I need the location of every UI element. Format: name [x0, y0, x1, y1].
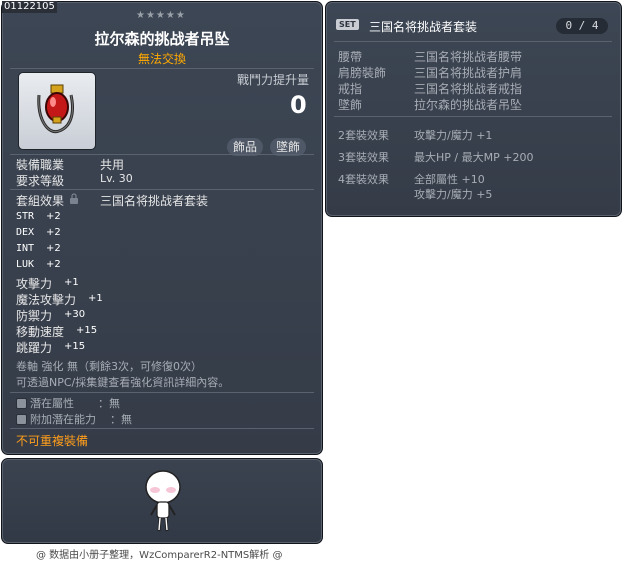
avatar-preview-panel: [1, 458, 323, 544]
stat-dex-value: +2: [46, 227, 61, 238]
divider: [10, 392, 314, 393]
tradeable-status: 無法交換: [137, 52, 186, 66]
character-preview-icon: [145, 470, 181, 532]
bonus-speed-name: 移動速度: [16, 325, 65, 339]
divider: [334, 41, 612, 42]
footer-credit: @ 数据由小册子整理，WzComparerR2-NTMS解析 @: [36, 550, 283, 561]
set-item-name: 三国名将挑战者腰带: [414, 50, 523, 64]
attack-increase-value: 0: [290, 91, 307, 119]
set-effect-4-text-1: 全部屬性 +10: [414, 173, 485, 186]
bonus-speed-value: +15: [76, 325, 98, 336]
potential-icon: [16, 398, 27, 409]
set-effect-3-label: 3套裝效果: [338, 151, 389, 164]
stat-int-value: +2: [46, 243, 61, 254]
level-value: Lv. 30: [100, 172, 133, 185]
bonus-potential-value: ：無: [110, 413, 132, 426]
attack-increase-label: 戰鬥力提升量: [237, 73, 310, 87]
set-name: 三国名将挑战者套装: [369, 20, 478, 34]
set-effect-2-text: 攻擊力/魔力 +1: [414, 129, 493, 142]
set-effect-4-label: 4套裝效果: [338, 173, 389, 186]
bonus-potential-label: 附加潛在能力: [30, 413, 96, 426]
bonus-defense-value: +30: [64, 309, 86, 320]
npc-info: 可透過NPC/採集鍵查看強化資訊詳細內容。: [16, 376, 230, 389]
bonus-attack-name: 攻擊力: [16, 277, 53, 291]
set-count: 0 / 4: [556, 18, 608, 34]
level-label: 要求等級: [16, 174, 65, 188]
set-item-name: 三国名将挑战者护肩: [414, 66, 523, 80]
potential-value: ：無: [98, 397, 120, 410]
stat-str-value: +2: [46, 211, 61, 222]
set-item-category: 腰帶: [338, 50, 363, 64]
divider: [10, 68, 314, 69]
divider: [10, 154, 314, 155]
item-icon-frame: [18, 72, 96, 150]
lock-icon: [70, 193, 78, 204]
divider: [10, 189, 314, 190]
bonus-attack-value: +1: [64, 277, 79, 288]
set-badge: SET: [336, 19, 359, 30]
divider: [334, 116, 612, 117]
item-tooltip-panel: 01122105 ★★★★★ 拉尔森的挑战者吊坠 無法交換 戰鬥力提升量 0 飾…: [1, 1, 323, 455]
set-item-name: 三国名将挑战者戒指: [414, 82, 523, 96]
stat-luk-value: +2: [46, 259, 61, 270]
bonus-magic-attack-name: 魔法攻擊力: [16, 293, 77, 307]
job-value: 共用: [100, 158, 125, 172]
set-item-category: 肩膀裝飾: [338, 66, 387, 80]
set-item-category: 戒指: [338, 82, 363, 96]
set-effect-value: 三国名将挑战者套装: [100, 194, 209, 208]
set-item-category: 墜飾: [338, 98, 363, 112]
stat-dex-name: DEX: [16, 227, 35, 238]
set-effect-label: 套組效果: [16, 194, 65, 208]
bonus-magic-attack-value: +1: [88, 293, 103, 304]
unique-equip-note: 不可重複裝備: [16, 434, 89, 448]
set-item-name: 拉尔森的挑战者吊坠: [414, 98, 523, 112]
bonus-defense-name: 防禦力: [16, 309, 53, 323]
stat-int-name: INT: [16, 243, 35, 254]
job-label: 裝備職業: [16, 158, 65, 172]
bonus-potential-icon: [16, 414, 27, 425]
item-name: 拉尔森的挑战者吊坠: [94, 30, 230, 48]
stat-str-name: STR: [16, 211, 35, 222]
stat-luk-name: LUK: [16, 259, 35, 270]
potential-label: 潛在屬性: [30, 397, 74, 410]
pendant-icon: [37, 84, 74, 134]
star-force-indicator: ★★★★★: [136, 10, 186, 21]
scroll-info: 卷軸 強化 無（剩餘3次，可修復0次）: [16, 360, 202, 373]
set-effect-2-label: 2套裝效果: [338, 129, 389, 142]
set-effect-4-text-2: 攻擊力/魔力 +5: [414, 188, 493, 201]
bonus-jump-name: 跳躍力: [16, 341, 53, 355]
bonus-jump-value: +15: [64, 341, 86, 352]
divider: [10, 428, 314, 429]
set-effect-3-text: 最大HP / 最大MP +200: [414, 151, 534, 164]
item-id: 01122105: [2, 1, 57, 13]
set-tooltip-panel: SET 三国名将挑战者套装 0 / 4 腰帶 三国名将挑战者腰带 肩膀裝飾 三国…: [325, 1, 622, 217]
